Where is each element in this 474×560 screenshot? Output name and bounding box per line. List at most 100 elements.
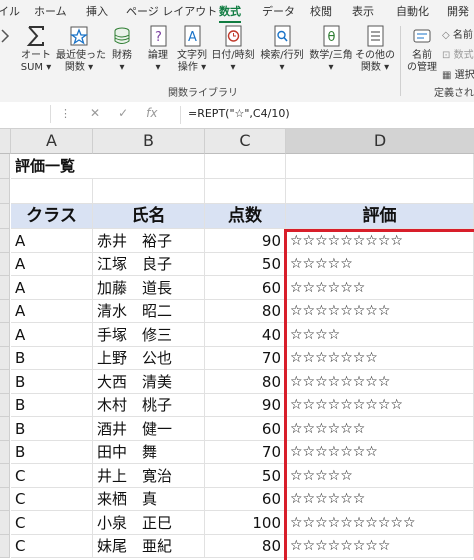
class-cell[interactable]: C (11, 511, 93, 535)
name-cell[interactable]: 赤井 裕子 (93, 229, 205, 253)
score-cell[interactable]: 70 (205, 347, 286, 370)
row-header[interactable] (0, 347, 10, 370)
column-header-d[interactable]: D (286, 129, 474, 154)
row-header[interactable] (0, 300, 10, 323)
row-header[interactable] (0, 323, 10, 347)
score-cell[interactable]: 50 (205, 464, 286, 488)
column-header-c[interactable]: C (205, 129, 286, 154)
class-cell[interactable]: C (11, 464, 93, 488)
column-header-a[interactable]: A (11, 129, 93, 154)
row-header[interactable] (0, 441, 10, 464)
class-cell[interactable]: B (11, 441, 93, 464)
score-cell[interactable]: 60 (205, 417, 286, 441)
row-header[interactable] (0, 179, 10, 204)
tab-page-layout[interactable]: ページ レイアウト (126, 3, 217, 19)
class-cell[interactable]: A (11, 276, 93, 300)
lookup-reference-button[interactable]: 検索/行列 ▾ (258, 24, 306, 74)
name-cell[interactable]: 江塚 良子 (93, 253, 205, 276)
class-cell[interactable]: A (11, 229, 93, 253)
name-manager-button[interactable]: 名前 の管理 (404, 24, 440, 74)
empty-cell[interactable] (286, 154, 474, 179)
name-cell[interactable]: 井上 寛治 (93, 464, 205, 488)
autosum-button[interactable]: オート SUM ▾ (16, 24, 56, 74)
empty-cell[interactable] (205, 179, 286, 204)
name-cell[interactable]: 木村 桃子 (93, 394, 205, 417)
score-cell[interactable]: 90 (205, 229, 286, 253)
score-cell[interactable]: 60 (205, 488, 286, 511)
score-cell[interactable]: 70 (205, 441, 286, 464)
empty-cell[interactable] (205, 154, 286, 179)
tab-home[interactable]: ホーム (34, 3, 67, 19)
column-header-b[interactable]: B (93, 129, 205, 154)
score-cell[interactable]: 80 (205, 535, 286, 558)
row-header[interactable] (0, 535, 10, 558)
more-dots-icon[interactable]: ⋮ (60, 107, 71, 120)
header-score[interactable]: 点数 (205, 204, 286, 229)
score-cell[interactable]: 60 (205, 276, 286, 300)
name-cell[interactable]: 大西 清美 (93, 370, 205, 394)
tab-view[interactable]: 表示 (352, 3, 374, 19)
date-time-button[interactable]: 日付/時刻 ▾ (210, 24, 256, 74)
header-name[interactable]: 氏名 (93, 204, 205, 229)
row-header[interactable] (0, 154, 10, 179)
create-from-selection-item[interactable]: ▦ 選択 (442, 66, 474, 81)
recent-functions-button[interactable]: 最近使った 関数 ▾ (56, 24, 106, 74)
name-cell[interactable]: 加藤 道長 (93, 276, 205, 300)
financial-button[interactable]: 財務 ▾ (102, 24, 142, 74)
score-cell[interactable]: 50 (205, 253, 286, 276)
empty-cell[interactable] (11, 179, 93, 204)
score-cell[interactable]: 80 (205, 370, 286, 394)
empty-cell[interactable] (286, 179, 474, 204)
use-in-formula-item[interactable]: ⊡ 数式 (442, 46, 474, 61)
insert-function-icon[interactable]: fx (146, 106, 157, 120)
math-trig-button[interactable]: θ 数学/三角 ▾ (308, 24, 354, 74)
class-cell[interactable]: A (11, 300, 93, 323)
class-cell[interactable]: A (11, 323, 93, 347)
row-header[interactable] (0, 488, 10, 511)
row-header[interactable] (0, 370, 10, 394)
name-cell[interactable]: 小泉 正巳 (93, 511, 205, 535)
score-cell[interactable]: 80 (205, 300, 286, 323)
row-header[interactable] (0, 394, 10, 417)
class-cell[interactable]: C (11, 488, 93, 511)
cancel-icon[interactable]: ✕ (90, 106, 100, 120)
name-cell[interactable]: 酒井 健一 (93, 417, 205, 441)
select-all-corner[interactable] (0, 129, 11, 154)
name-box[interactable] (0, 105, 51, 123)
header-class[interactable]: クラス (11, 204, 93, 229)
name-cell[interactable]: 上野 公也 (93, 347, 205, 370)
empty-cell[interactable] (93, 179, 205, 204)
tab-formulas[interactable]: 数式 (219, 3, 241, 23)
header-rating[interactable]: 評価 (286, 204, 474, 229)
formula-input[interactable]: =REPT("☆",C4/10) (188, 107, 290, 120)
class-cell[interactable]: A (11, 253, 93, 276)
row-header[interactable] (0, 229, 10, 253)
class-cell[interactable]: B (11, 347, 93, 370)
name-cell[interactable]: 手塚 修三 (93, 323, 205, 347)
name-cell[interactable]: 清水 昭二 (93, 300, 205, 323)
score-cell[interactable]: 40 (205, 323, 286, 347)
sheet-title[interactable]: 評価一覧 (11, 154, 93, 179)
class-cell[interactable]: C (11, 535, 93, 558)
name-cell[interactable]: 来栖 真 (93, 488, 205, 511)
tab-data[interactable]: データ (262, 3, 295, 19)
row-header[interactable] (0, 253, 10, 276)
row-header[interactable] (0, 464, 10, 488)
name-cell[interactable]: 妹尾 亜紀 (93, 535, 205, 558)
row-header[interactable] (0, 204, 10, 229)
tab-automate[interactable]: 自動化 (396, 3, 429, 19)
score-cell[interactable]: 90 (205, 394, 286, 417)
empty-cell[interactable] (93, 154, 205, 179)
row-header[interactable] (0, 276, 10, 300)
enter-icon[interactable]: ✓ (118, 106, 128, 120)
text-button[interactable]: A 文字列 操作 ▾ (172, 24, 212, 74)
score-cell[interactable]: 100 (205, 511, 286, 535)
row-header[interactable] (0, 417, 10, 441)
more-functions-button[interactable]: その他の 関数 ▾ (354, 24, 396, 74)
class-cell[interactable]: B (11, 370, 93, 394)
class-cell[interactable]: B (11, 394, 93, 417)
name-cell[interactable]: 田中 舞 (93, 441, 205, 464)
define-name-item[interactable]: ◇ 名前 (442, 26, 473, 41)
row-header[interactable] (0, 511, 10, 535)
tab-insert[interactable]: 挿入 (86, 3, 108, 19)
